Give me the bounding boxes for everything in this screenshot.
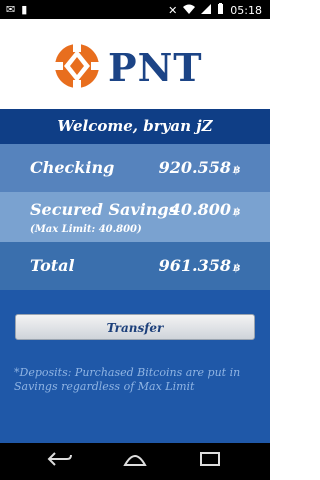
back-icon[interactable] [45,451,75,473]
wifi-icon [183,4,196,17]
recent-apps-icon[interactable] [195,451,225,473]
signal-icon [201,3,212,17]
account-row-secured-savings: Secured Savings 40.800 ฿ (Max Limit: 40.8… [0,192,270,242]
bitcoin-icon: ฿ [233,165,240,176]
battery-icon [217,3,224,17]
home-icon[interactable] [120,451,150,473]
brand-name: PNT [108,45,203,90]
bitcoin-icon: ฿ [233,207,240,218]
status-bar: ✉ ▮ ✕ 05:18 [0,0,270,19]
no-sim-icon: ✕ [168,3,178,17]
transfer-button[interactable]: Transfer [15,314,255,340]
pnt-logo-icon [55,44,99,88]
max-limit-label: (Max Limit: 40.800) [30,224,142,235]
account-label: Total [30,256,75,275]
welcome-banner: Welcome, bryan jZ [0,109,270,144]
accounts-panel: Checking 920.558 ฿ Secured Savings 40.800… [0,144,270,290]
logo-area: PNT [0,19,270,109]
notification-icon: ✉ [6,3,16,16]
account-row-total: Total 961.358 ฿ [0,242,270,290]
account-amount: 961.358 ฿ [158,256,240,275]
account-amount: 920.558 ฿ [158,158,240,177]
account-amount: 40.800 ฿ [169,200,240,219]
notification-icon: ▮ [21,3,28,16]
account-label: Secured Savings [30,200,178,219]
bitcoin-icon: ฿ [233,263,240,274]
account-label: Checking [30,158,115,177]
clock: 05:18 [230,3,262,17]
navigation-bar [0,443,270,480]
account-row-checking: Checking 920.558 ฿ [0,144,270,192]
deposit-note: *Deposits: Purchased Bitcoins are put in… [14,366,241,393]
